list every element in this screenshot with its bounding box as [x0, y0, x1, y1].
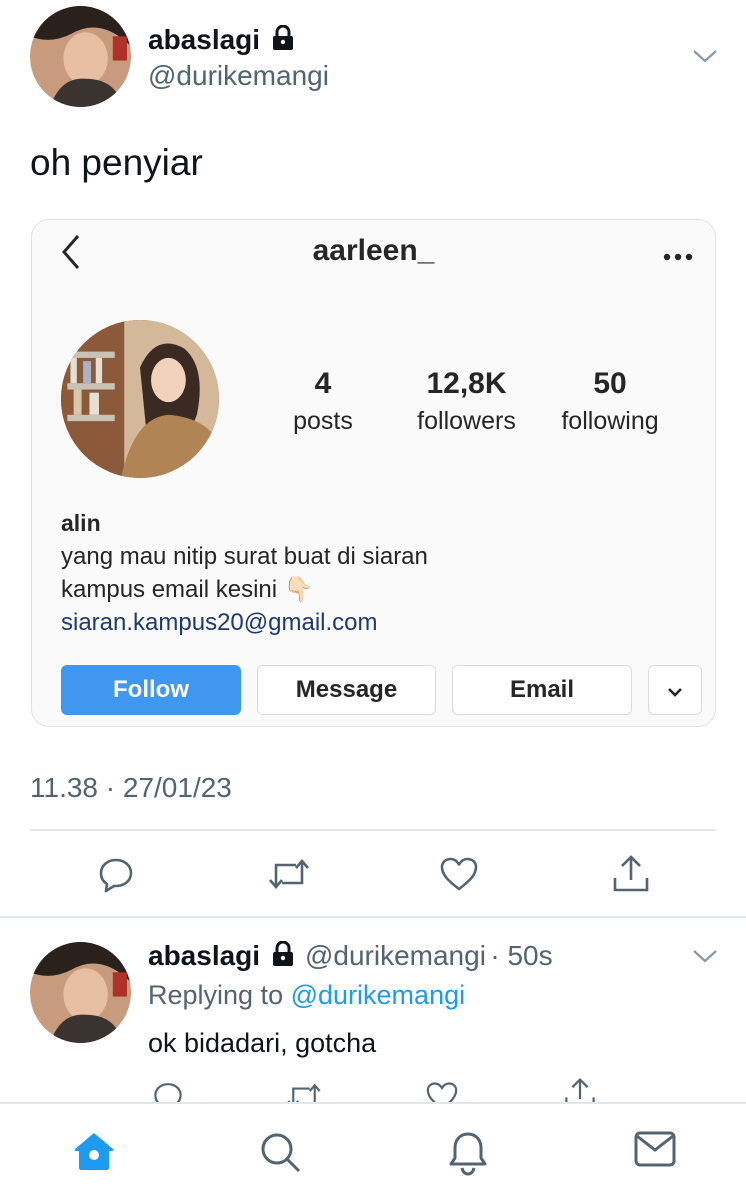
- reply-author-avatar[interactable]: [30, 942, 131, 1043]
- stat-posts-label: posts: [293, 407, 353, 435]
- reply-author-name[interactable]: abaslagi: [148, 940, 260, 971]
- divider: [0, 916, 746, 918]
- chevron-down-icon[interactable]: [692, 948, 718, 969]
- follow-button: Follow: [61, 665, 241, 715]
- share-icon[interactable]: [562, 1076, 598, 1102]
- share-icon[interactable]: [609, 852, 653, 896]
- stat-posts-value: 4: [314, 367, 332, 400]
- stat-followers-value: 12,8K: [426, 367, 507, 400]
- replying-to: Replying to @durikemangi: [148, 980, 465, 1011]
- tweet-timestamp[interactable]: 11.38 · 27/01/23: [30, 772, 232, 804]
- stat-following-label: following: [561, 407, 659, 435]
- stat-posts: 4 posts: [278, 367, 368, 436]
- reply-icon[interactable]: [94, 852, 138, 896]
- bio-email-link: siaran.kampus20@gmail.com: [61, 609, 378, 636]
- retweet-icon[interactable]: [264, 852, 314, 896]
- reply-author-handle[interactable]: @durikemangi: [305, 940, 486, 971]
- bio-name: alin: [61, 510, 101, 536]
- chevron-down-icon: [667, 676, 683, 704]
- divider: [30, 829, 716, 831]
- profile-avatar: [61, 320, 219, 478]
- stat-followers: 12,8K followers: [404, 367, 529, 436]
- message-button: Message: [257, 665, 436, 715]
- profile-username: aarleen_: [312, 234, 435, 267]
- reply-icon[interactable]: [150, 1078, 186, 1102]
- stat-followers-label: followers: [417, 407, 516, 435]
- reply-header: abaslagi @durikemangi · 50s: [148, 940, 553, 972]
- home-icon[interactable]: [72, 1130, 116, 1177]
- author-name[interactable]: abaslagi: [148, 24, 260, 55]
- stat-following-value: 50: [593, 367, 627, 400]
- suggested-dropdown-button: [648, 665, 702, 715]
- chevron-down-icon[interactable]: [692, 48, 718, 69]
- author-avatar[interactable]: [30, 6, 131, 107]
- replying-to-handle[interactable]: @durikemangi: [291, 980, 466, 1010]
- replying-to-label: Replying to: [148, 980, 284, 1010]
- lock-icon: [271, 940, 295, 972]
- like-icon[interactable]: [424, 1078, 460, 1102]
- like-icon[interactable]: [437, 852, 481, 896]
- tweet-text: oh penyiar: [30, 142, 203, 183]
- reply-age: · 50s: [490, 940, 553, 971]
- search-icon[interactable]: [258, 1130, 302, 1179]
- author-handle[interactable]: @durikemangi: [148, 60, 329, 92]
- bio-line-2: kampus email kesini 👇🏻: [61, 576, 314, 603]
- email-button: Email: [452, 665, 632, 715]
- bio-line-1: yang mau nitip surat buat di siaran: [61, 543, 428, 570]
- embedded-image-card[interactable]: aarleen_ 4 posts 12,8K followers 50 foll…: [31, 219, 716, 727]
- reply-text: ok bidadari, gotcha: [148, 1028, 377, 1058]
- bottom-tab-bar: [0, 1102, 746, 1200]
- messages-icon[interactable]: [633, 1130, 677, 1173]
- retweet-icon[interactable]: [284, 1078, 324, 1102]
- stat-following: 50 following: [550, 367, 670, 436]
- lock-icon: [271, 24, 295, 56]
- more-options-icon: [663, 248, 693, 266]
- author-name-row: abaslagi: [148, 24, 295, 56]
- notifications-icon[interactable]: [446, 1130, 490, 1181]
- reply-actions: [0, 1074, 746, 1102]
